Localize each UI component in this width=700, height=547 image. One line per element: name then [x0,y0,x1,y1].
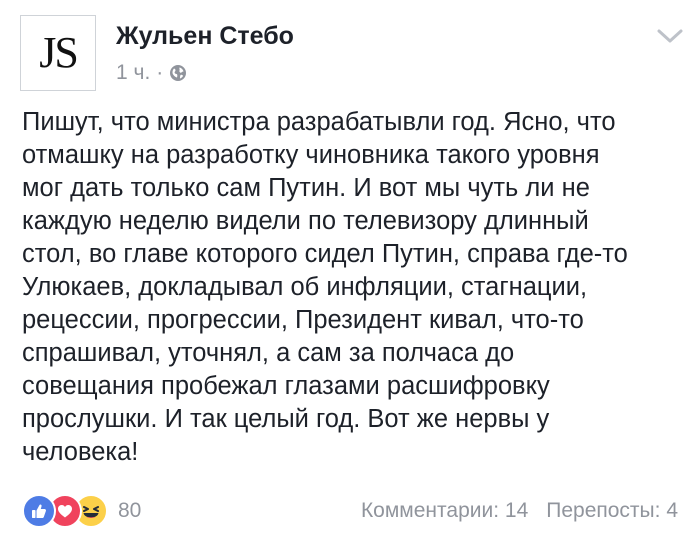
author-name[interactable]: Жульен Стебо [116,21,294,51]
avatar[interactable]: JS [20,15,96,91]
post-body-line: совещания пробежал глазами расшифровку [22,372,550,400]
post-body-line: отмашку на разработку чиновника такого у… [22,141,600,169]
shares-link[interactable]: Перепосты: 4 [546,499,678,523]
like-icon [22,494,56,528]
post-body: Пишут, что министра разрабатывли год. Яс… [22,106,682,469]
post-header: JS Жульен Стебо 1 ч. · [20,15,683,95]
post-body-line: Пишут, что министра разрабатывли год. Яс… [22,108,616,136]
post-meta: 1 ч. · [116,61,187,85]
reaction-count: 80 [118,499,142,522]
post-footer: 80 Комментарии: 14 Перепосты: 4 [22,493,678,529]
feed-post: JS Жульен Стебо 1 ч. · Пишут, что минист… [0,0,700,547]
comments-link[interactable]: Комментарии: 14 [361,499,528,523]
post-body-line: рецессии, прогрессии, Президент кивал, ч… [22,306,584,334]
post-body-line: мог дать только сам Путин. И вот мы чуть… [22,174,590,202]
post-body-line: стол, во главе которого сидел Путин, спр… [22,240,628,268]
reactions-summary[interactable]: 80 [22,493,141,529]
globe-icon[interactable] [169,64,187,82]
post-body-line: спрашивал, уточнял, а сам за полчаса до [22,339,515,367]
post-body-line: Улюкаев, докладывал об инфляции, стагнац… [22,273,588,301]
meta-separator: · [156,61,164,84]
post-timestamp[interactable]: 1 ч. [116,61,150,85]
post-body-line: каждую неделю видели по телевизору длинн… [22,207,589,235]
engagement-counters: Комментарии: 14 Перепосты: 4 [361,493,678,529]
post-body-line: прослушки. И так целый год. Вот же нервы… [22,405,550,433]
chevron-down-icon[interactable] [656,27,684,45]
post-body-line: человека! [22,438,139,466]
avatar-logo-text: JS [39,28,79,77]
